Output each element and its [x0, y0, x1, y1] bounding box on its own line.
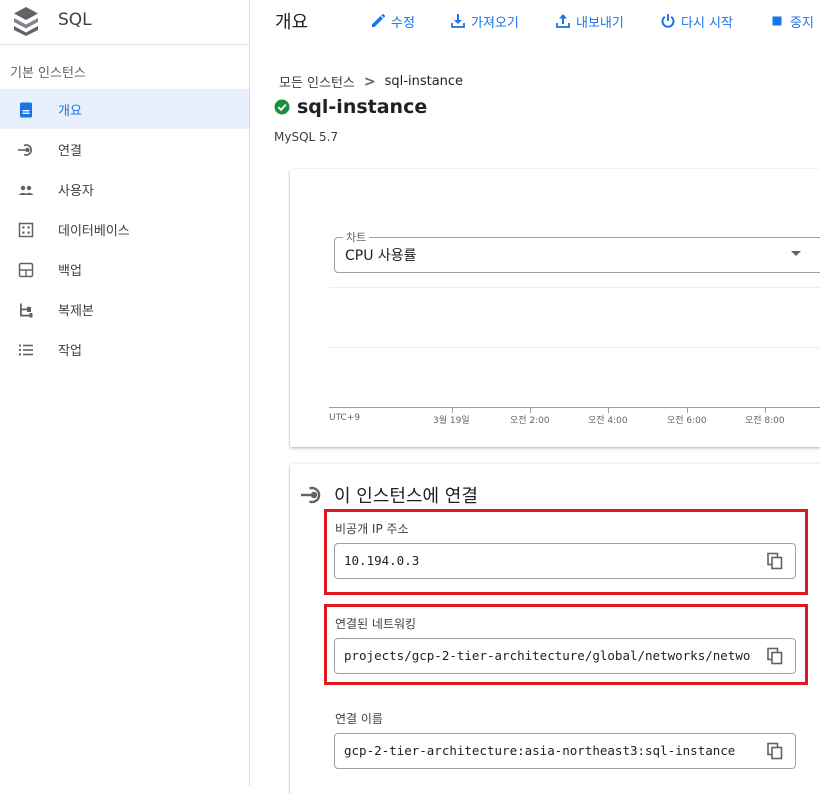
sidebar-item-operations[interactable]: 작업 [0, 329, 249, 369]
import-button[interactable]: 가져오기 [450, 11, 519, 31]
operations-list-icon [19, 344, 33, 356]
restart-button[interactable]: 다시 시작 [660, 11, 733, 31]
instance-version: MySQL 5.7 [274, 130, 339, 144]
backup-icon [18, 262, 34, 278]
breadcrumb-separator: > [363, 73, 376, 90]
copy-icon[interactable] [766, 742, 784, 760]
import-button-label: 가져오기 [471, 15, 519, 31]
chart-select-label: 차트 [343, 229, 370, 245]
sidebar-item-users[interactable]: 사용자 [0, 169, 249, 209]
x-axis-tick-label: 3월 19일 [433, 416, 470, 426]
power-icon [661, 14, 675, 28]
private-ip-value[interactable]: 10.194.0.3 [344, 553, 752, 568]
export-icon [556, 14, 570, 28]
sidebar-item-label: 백업 [58, 264, 82, 279]
x-axis-tick-label: 오전 8:00 [745, 416, 785, 426]
private-ip-label: 비공개 IP 주소 [335, 522, 409, 536]
overview-icon [20, 102, 32, 118]
stop-button[interactable]: 중지 [769, 11, 814, 31]
x-axis-tick-label: 오전 6:00 [667, 416, 707, 426]
sidebar-item-label: 개요 [58, 104, 82, 119]
sidebar-item-label: 작업 [58, 344, 82, 359]
x-axis-timezone-label: UTC+9 [329, 413, 361, 423]
top-action-bar: 개요 수정 가져오기 내보내기 다시 시작 중지 [250, 0, 820, 44]
x-axis-tick-label: 오전 4:00 [588, 416, 628, 426]
network-label: 연결된 네트워킹 [335, 617, 417, 631]
stop-button-label: 중지 [790, 15, 814, 31]
breadcrumb-current: sql-instance [384, 74, 464, 89]
private-ip-field[interactable]: 10.194.0.3 [334, 543, 796, 579]
copy-icon[interactable] [766, 552, 784, 570]
sql-logo-icon [14, 7, 38, 36]
users-icon [18, 185, 34, 195]
sidebar-item-replicas[interactable]: 복제본 [0, 289, 249, 329]
chart-gridline [329, 347, 820, 348]
network-field[interactable]: projects/gcp-2-tier-architecture/global/… [334, 638, 796, 674]
connect-section-title: 이 인스턴스에 연결 [299, 482, 478, 508]
connection-name-label: 연결 이름 [335, 712, 383, 726]
sidebar-item-databases[interactable]: 데이터베이스 [0, 209, 249, 249]
status-check-icon [274, 99, 290, 115]
nav-header: SQL [0, 0, 249, 45]
edit-button[interactable]: 수정 [370, 11, 415, 31]
connect-instance-card: 이 인스턴스에 연결 비공개 IP 주소 10.194.0.3 연결된 네트워킹… [290, 464, 820, 794]
sidebar-item-connections[interactable]: 연결 [0, 129, 249, 169]
stop-icon [772, 16, 782, 26]
network-value[interactable]: projects/gcp-2-tier-architecture/global/… [344, 648, 752, 663]
connection-icon [18, 144, 32, 156]
instance-name: sql-instance [297, 96, 428, 118]
breadcrumb: 모든 인스턴스 > sql-instance [279, 72, 464, 92]
copy-icon[interactable] [766, 647, 784, 665]
replica-icon [20, 303, 33, 318]
left-navigation: SQL 기본 인스턴스 개요 연결 사용자 데이터베이스 백업 복제본 작업 [0, 0, 250, 786]
dropdown-arrow-icon [791, 251, 801, 256]
connection-name-field[interactable]: gcp-2-tier-architecture:asia-northeast3:… [334, 733, 796, 769]
connection-name-value[interactable]: gcp-2-tier-architecture:asia-northeast3:… [344, 743, 752, 758]
restart-button-label: 다시 시작 [681, 15, 733, 31]
breadcrumb-all-instances-link[interactable]: 모든 인스턴스 [279, 72, 355, 91]
sidebar-item-label: 데이터베이스 [58, 224, 130, 239]
chart-select-value: CPU 사용률 [345, 248, 417, 264]
edit-button-label: 수정 [391, 15, 415, 31]
sidebar-item-label: 연결 [58, 144, 82, 159]
database-icon [18, 222, 34, 238]
instance-header: sql-instance [274, 96, 427, 118]
sidebar-item-label: 사용자 [58, 184, 94, 199]
chart-x-axis [329, 407, 820, 408]
export-button-label: 내보내기 [576, 15, 624, 31]
connect-title-text: 이 인스턴스에 연결 [334, 486, 478, 507]
chart-metric-select[interactable]: 차트 CPU 사용률 [334, 229, 820, 273]
sidebar-item-backups[interactable]: 백업 [0, 249, 249, 289]
x-axis-tick-label: 오전 2:00 [510, 416, 550, 426]
sidebar-item-label: 복제본 [58, 304, 94, 319]
import-icon [451, 14, 465, 28]
nav-section-label: 기본 인스턴스 [10, 66, 86, 81]
connection-icon [301, 486, 321, 504]
page-title: 개요 [275, 12, 309, 33]
metrics-chart-card: 차트 CPU 사용률 UTC+9 3월 19일 오전 2:00 오전 4:00 … [290, 169, 820, 447]
pencil-icon [372, 13, 386, 27]
sidebar-item-overview[interactable]: 개요 [0, 89, 249, 129]
chart-gridline [329, 287, 820, 288]
app-name: SQL [58, 10, 92, 30]
export-button[interactable]: 내보내기 [555, 11, 624, 31]
